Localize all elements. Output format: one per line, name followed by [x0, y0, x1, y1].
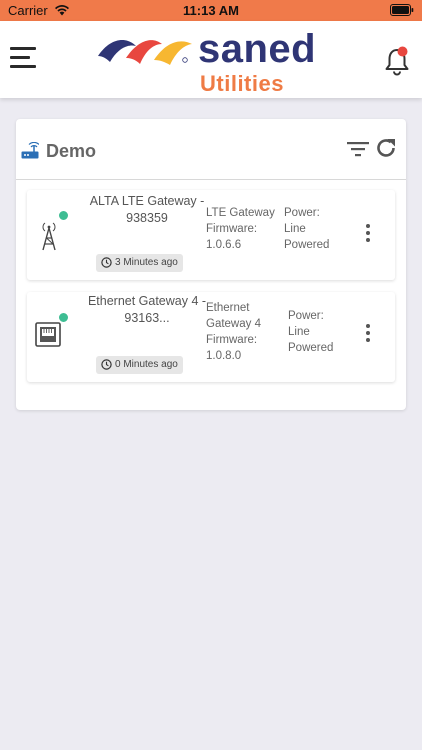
status-online-indicator [58, 312, 69, 323]
cell-tower-icon [42, 222, 56, 251]
notification-bell-icon[interactable] [382, 45, 412, 77]
device-name: ALTA LTE Gateway - 938359 [89, 194, 205, 225]
clock-icon [101, 359, 112, 370]
device-more-button[interactable] [363, 223, 373, 243]
brand-logo: saned Utilities [96, 26, 326, 96]
menu-button[interactable] [10, 47, 38, 71]
last-seen-badge: 3 Minutes ago [96, 254, 183, 272]
last-seen-text: 0 Minutes ago [115, 359, 178, 370]
last-seen-badge: 0 Minutes ago [96, 356, 183, 374]
ethernet-port-icon [35, 322, 61, 347]
status-bar: Carrier 11:13 AM [0, 0, 422, 21]
device-power-info: Power: Line Powered [288, 310, 334, 354]
brand-name: saned [198, 27, 317, 71]
device-row[interactable]: ALTA LTE Gateway - 938359 3 Minutes ago … [27, 190, 395, 280]
site-card-header: Demo [16, 119, 406, 180]
more-vertical-icon [366, 224, 370, 228]
last-seen-text: 3 Minutes ago [115, 257, 178, 268]
router-icon [21, 142, 39, 159]
menu-icon [10, 47, 36, 50]
device-type-info: Ethernet Gateway 4 Firmware: 1.0.8.0 [206, 302, 261, 362]
clock: 11:13 AM [183, 3, 239, 18]
device-name: Ethernet Gateway 4 - 93163... [87, 294, 207, 325]
site-title: Demo [46, 141, 97, 161]
app-header: saned Utilities [0, 21, 422, 98]
site-card: Demo ALTA LTE Gateway - 938359 3 Minutes… [16, 119, 406, 410]
more-vertical-icon [366, 324, 370, 328]
device-more-button[interactable] [363, 323, 373, 343]
brand-subtitle: Utilities [200, 71, 284, 96]
device-power-info: Power: Line Powered [284, 207, 330, 251]
filter-icon[interactable] [346, 139, 370, 159]
status-online-indicator [58, 210, 69, 221]
device-type-info: LTE Gateway Firmware: 1.0.6.6 [206, 207, 275, 251]
device-row[interactable]: Ethernet Gateway 4 - 93163... 0 Minutes … [27, 292, 395, 382]
logo-swoosh-icon [98, 40, 192, 65]
battery-icon [390, 4, 414, 16]
clock-icon [101, 257, 112, 268]
notification-badge [397, 46, 408, 57]
refresh-icon[interactable] [374, 136, 398, 160]
